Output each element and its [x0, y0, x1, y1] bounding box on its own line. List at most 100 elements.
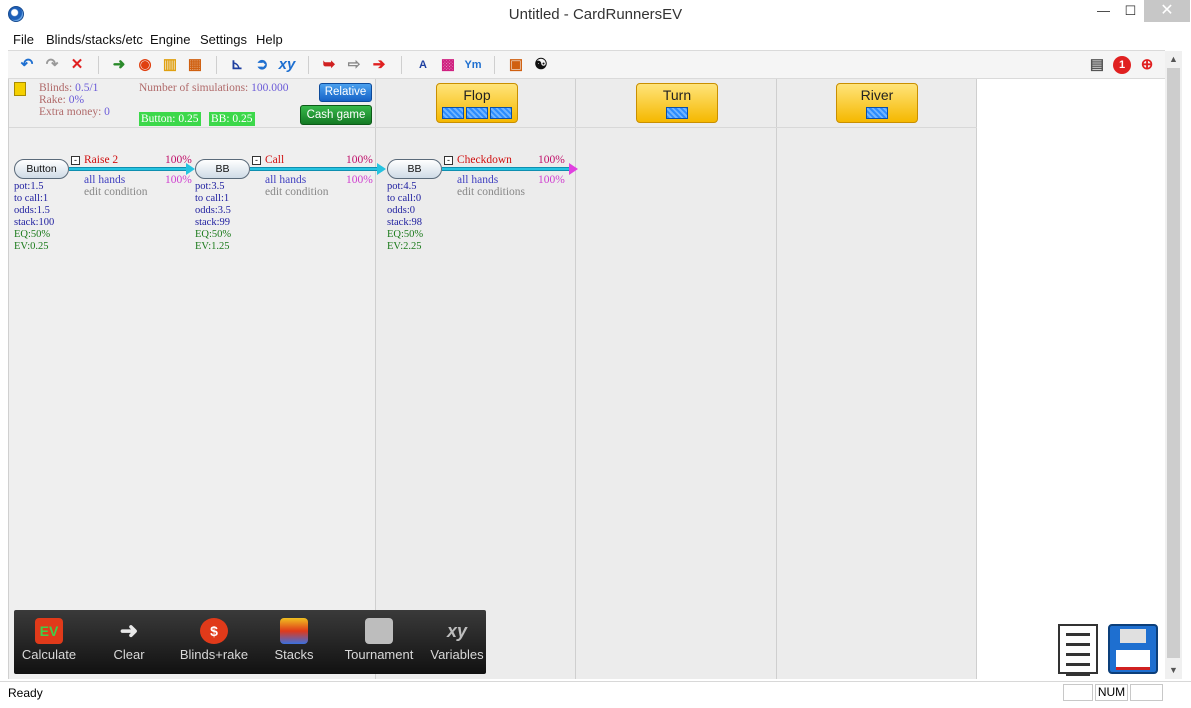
collapse-icon[interactable]: - — [444, 156, 453, 165]
turn-button[interactable]: Turn — [636, 83, 718, 123]
vertical-scrollbar[interactable]: ▲ ▼ — [1165, 51, 1182, 679]
arrow-white-icon[interactable]: ⇨ — [345, 56, 363, 74]
rake-info[interactable]: Rake: 0% — [39, 94, 84, 106]
stacks-icon[interactable]: ▥ — [161, 56, 179, 74]
card-slot[interactable] — [466, 107, 488, 119]
tournament-icon — [365, 618, 393, 644]
tournament-button[interactable]: Tournament — [334, 610, 424, 674]
variables-button[interactable]: xy Variables — [422, 610, 492, 674]
grid-icon[interactable]: ▩ — [439, 56, 457, 74]
collapse-icon[interactable]: - — [252, 156, 261, 165]
go-icon[interactable]: ➲ — [253, 56, 271, 74]
tree-edge — [250, 167, 378, 171]
menu-engine[interactable]: Engine — [150, 32, 190, 47]
cash-game-button[interactable]: Cash game — [300, 105, 372, 125]
flop-button[interactable]: Flop — [436, 83, 518, 123]
redo-icon[interactable]: ↷ — [43, 56, 61, 74]
node-stats: pot:1.5 to call:1 odds:1.5 stack:100 EQ:… — [14, 181, 55, 252]
arrow-red-icon[interactable]: ➔ — [370, 56, 388, 74]
xy-icon: xy — [446, 621, 468, 641]
title-bar: Untitled - CardRunnersEV — ☐ ✕ — [0, 0, 1191, 30]
tournament-icon[interactable]: ▦ — [186, 56, 204, 74]
tree-node-bb[interactable]: BB — [195, 159, 250, 179]
clear-button[interactable]: ➜ Clear — [94, 610, 164, 674]
yin-yang-icon[interactable]: ☯ — [532, 56, 550, 74]
river-card-slots[interactable] — [837, 106, 917, 122]
report-icon[interactable] — [1058, 624, 1098, 686]
card-slot[interactable] — [490, 107, 512, 119]
collapse-icon[interactable]: - — [71, 156, 80, 165]
card-slot[interactable] — [442, 107, 464, 119]
undo-icon[interactable]: ↶ — [18, 56, 36, 74]
ev-calc-icon[interactable]: ➜ — [110, 56, 128, 74]
action-dock: EV Calculate ➜ Clear $ Blinds+rake Stack… — [14, 610, 486, 674]
action-label[interactable]: Raise 2 — [84, 154, 118, 166]
range-label[interactable]: all hands — [265, 174, 306, 186]
menu-settings[interactable]: Settings — [200, 32, 247, 47]
menu-file[interactable]: File — [13, 32, 34, 47]
delete-icon[interactable]: ✕ — [68, 56, 86, 74]
edit-condition-link[interactable]: edit condition — [84, 186, 148, 198]
maximize-button[interactable]: ☐ — [1117, 0, 1144, 22]
status-text: Ready — [8, 686, 43, 700]
card-slot[interactable] — [866, 107, 888, 119]
toolbar-separator — [216, 56, 217, 74]
range-label[interactable]: all hands — [84, 174, 125, 186]
action-percent: 100% — [165, 154, 192, 166]
add-icon[interactable]: ⊕ — [1138, 56, 1156, 74]
header-divider — [9, 127, 977, 128]
xy-icon[interactable]: xy — [278, 56, 296, 74]
tree-node-bb-flop[interactable]: BB — [387, 159, 442, 179]
font-icon[interactable]: A — [414, 56, 432, 74]
arrow-head-icon — [569, 163, 578, 175]
chip-stack-icon — [280, 618, 308, 644]
range-percent: 100% — [538, 174, 565, 186]
tree-canvas: Blinds: 0.5/1 Rake: 0% Extra money: 0 Nu… — [8, 79, 1165, 679]
blinds-icon[interactable]: ◉ — [136, 56, 154, 74]
turn-card-slots[interactable] — [637, 106, 717, 122]
stacks-button[interactable]: Stacks — [264, 610, 324, 674]
note-icon[interactable] — [14, 82, 26, 96]
chart-icon[interactable]: ⊾ — [228, 56, 246, 74]
range-percent: 100% — [346, 174, 373, 186]
alert-icon[interactable]: 1 — [1113, 56, 1131, 74]
status-panel-empty — [1063, 684, 1093, 701]
relative-button[interactable]: Relative — [319, 83, 372, 102]
blinds-rake-button[interactable]: $ Blinds+rake — [174, 610, 254, 674]
pointer-icon[interactable]: ➥ — [320, 56, 338, 74]
calculate-button[interactable]: EV Calculate — [14, 610, 84, 674]
num-lock-indicator: NUM — [1095, 684, 1128, 701]
action-percent: 100% — [538, 154, 565, 166]
menu-blinds-stacks[interactable]: Blinds/stacks/etc — [46, 32, 143, 47]
edit-condition-link[interactable]: edit condition — [265, 186, 329, 198]
tree-node-button[interactable]: Button — [14, 159, 69, 179]
card-slot[interactable] — [666, 107, 688, 119]
menu-help[interactable]: Help — [256, 32, 283, 47]
turn-column — [576, 79, 777, 679]
tree-edge — [69, 167, 187, 171]
blinds-info[interactable]: Blinds: 0.5/1 — [39, 82, 98, 94]
action-label[interactable]: Call — [265, 154, 284, 166]
status-bar: Ready NUM — [0, 681, 1191, 703]
save-icon[interactable] — [1108, 624, 1158, 674]
edit-conditions-link[interactable]: edit conditions — [457, 186, 525, 198]
toolbar-separator — [308, 56, 309, 74]
river-button[interactable]: River — [836, 83, 918, 123]
toolbar-separator — [401, 56, 402, 74]
range-label[interactable]: all hands — [457, 174, 498, 186]
ym-icon[interactable]: Ym — [464, 56, 482, 74]
scroll-thumb[interactable] — [1167, 68, 1180, 658]
simulations-info[interactable]: Number of simulations: 100.000 — [139, 82, 289, 94]
page-icon[interactable]: ▤ — [1088, 56, 1106, 74]
scroll-down-icon[interactable]: ▼ — [1165, 662, 1182, 679]
close-button[interactable]: ✕ — [1144, 0, 1190, 22]
export-icon[interactable]: ▣ — [507, 56, 525, 74]
action-percent: 100% — [346, 154, 373, 166]
app-window: Untitled - CardRunnersEV — ☐ ✕ File Blin… — [0, 0, 1191, 708]
minimize-button[interactable]: — — [1090, 0, 1117, 22]
action-label[interactable]: Checkdown — [457, 154, 512, 166]
scroll-up-icon[interactable]: ▲ — [1165, 51, 1182, 68]
flop-card-slots[interactable] — [437, 106, 517, 122]
extra-money-info[interactable]: Extra money: 0 — [39, 106, 110, 118]
node-stats: pot:3.5 to call:1 odds:3.5 stack:99 EQ:5… — [195, 181, 232, 252]
